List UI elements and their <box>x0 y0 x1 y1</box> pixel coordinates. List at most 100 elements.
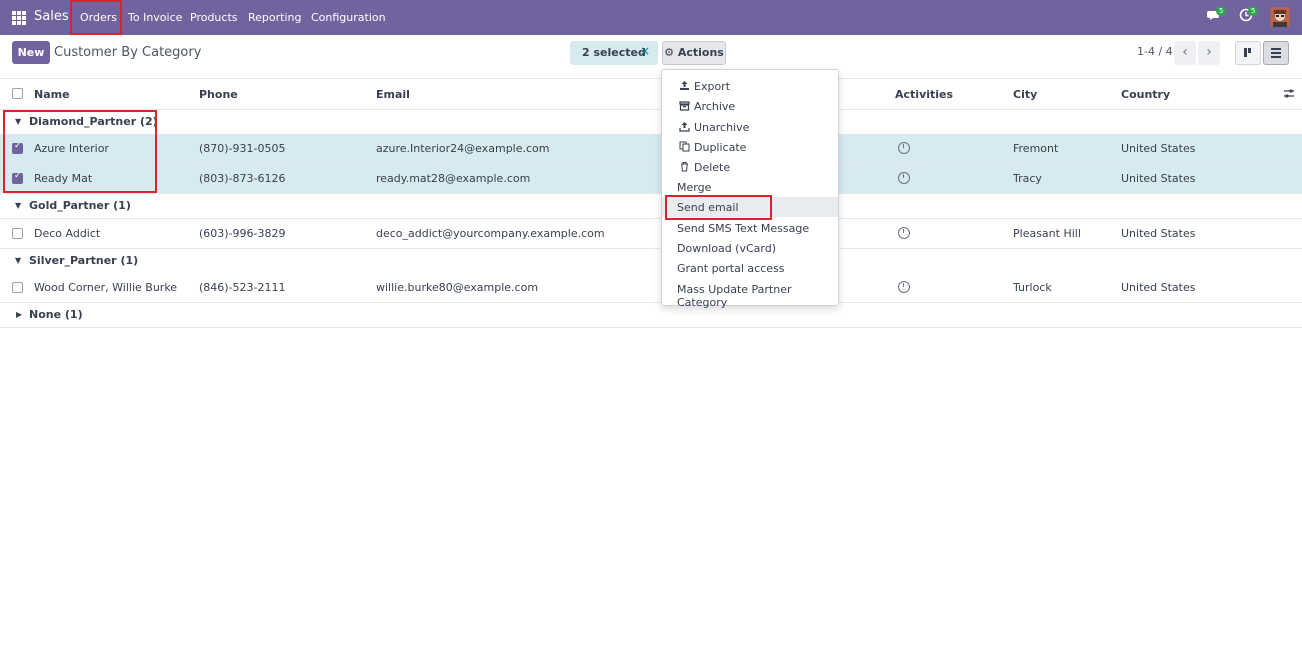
cell-phone: (870)-931-0505 <box>199 142 286 155</box>
trash-icon <box>679 161 690 172</box>
cell-email: deco_addict@yourcompany.example.com <box>376 227 605 240</box>
pager-value[interactable]: 1-4 / 4 <box>1137 45 1173 58</box>
list-header: Name Phone Email Activities City Country <box>0 79 1302 110</box>
menu-item-duplicate[interactable]: Duplicate <box>662 137 838 157</box>
menu-item-label: Delete <box>694 161 731 174</box>
caret-down-icon: ▼ <box>15 201 22 210</box>
menu-item-unarchive[interactable]: Unarchive <box>662 117 838 137</box>
menu-item-grant-portal-access[interactable]: Grant portal access <box>662 258 838 278</box>
pager-next-button[interactable]: › <box>1198 41 1220 65</box>
optional-columns-icon[interactable] <box>1283 88 1295 103</box>
group-row-gold-partner[interactable]: ▼ Gold_Partner (1) <box>0 194 1302 219</box>
cell-city: Fremont <box>1013 142 1059 155</box>
page-title: Customer By Category <box>54 45 202 60</box>
column-header-activities[interactable]: Activities <box>895 88 953 101</box>
row-checkbox[interactable] <box>12 228 23 239</box>
selected-count: 2 selected <box>582 46 646 59</box>
control-panel: New Customer By Category 2 selected × ⚙ … <box>0 35 1302 79</box>
top-navbar: Sales Orders To Invoice Products Reporti… <box>0 0 1302 35</box>
diamond-group-highlight-frame <box>3 110 157 193</box>
archive-icon <box>679 100 690 111</box>
group-row-silver-partner[interactable]: ▼ Silver_Partner (1) <box>0 249 1302 274</box>
orders-highlight-frame <box>70 0 122 35</box>
table-row[interactable]: Wood Corner, Willie Burke (846)-523-2111… <box>0 273 1302 303</box>
menu-item-label: Grant portal access <box>677 262 785 275</box>
copy-icon <box>679 141 690 152</box>
activities-clock-icon[interactable]: 5 <box>1239 6 1259 25</box>
menu-item-label: Download (vCard) <box>677 242 776 255</box>
kanban-icon <box>1244 48 1251 57</box>
menu-item-label: Mass Update Partner Category <box>677 283 792 309</box>
select-all-checkbox[interactable] <box>12 88 23 99</box>
menu-item-label: Merge <box>677 181 712 194</box>
menu-item-delete[interactable]: Delete <box>662 157 838 177</box>
column-header-phone[interactable]: Phone <box>199 88 238 101</box>
cell-phone: (803)-873-6126 <box>199 172 286 185</box>
activity-clock-icon[interactable] <box>898 227 910 239</box>
menu-item-label: Send SMS Text Message <box>677 222 810 235</box>
cell-name: Wood Corner, Willie Burke <box>34 281 178 294</box>
selection-indicator: 2 selected × <box>570 41 658 65</box>
menu-item-mass-update-partner-category[interactable]: Mass Update Partner Category <box>662 279 838 309</box>
menu-item-label: Unarchive <box>694 121 750 134</box>
upload-icon <box>679 80 690 91</box>
activity-clock-icon[interactable] <box>898 172 910 184</box>
cell-country: United States <box>1121 227 1196 240</box>
group-label: None (1) <box>29 308 83 321</box>
caret-down-icon: ▼ <box>15 256 22 265</box>
list-icon <box>1271 48 1281 58</box>
cell-email: ready.mat28@example.com <box>376 172 531 185</box>
cell-city: Tracy <box>1013 172 1042 185</box>
group-row-diamond-partner[interactable]: ▼ Diamond_Partner (2) <box>0 110 1302 135</box>
menu-item-label: Export <box>694 80 731 93</box>
column-header-email[interactable]: Email <box>376 88 410 101</box>
group-label: Silver_Partner (1) <box>29 254 139 267</box>
cell-country: United States <box>1121 142 1196 155</box>
nav-item-configuration[interactable]: Configuration <box>311 11 386 24</box>
column-header-city[interactable]: City <box>1013 88 1037 101</box>
new-button[interactable]: New <box>12 41 50 64</box>
menu-item-export[interactable]: Export <box>662 76 838 96</box>
cell-phone: (603)-996-3829 <box>199 227 286 240</box>
cell-city: Pleasant Hill <box>1013 227 1081 240</box>
group-label: Gold_Partner (1) <box>29 199 131 212</box>
list-view-button[interactable] <box>1263 41 1289 65</box>
messages-badge: 5 <box>1216 6 1227 16</box>
menu-item-merge[interactable]: Merge <box>662 177 838 197</box>
menu-item-label: Archive <box>694 100 736 113</box>
table-row[interactable]: Deco Addict (603)-996-3829 deco_addict@y… <box>0 219 1302 249</box>
cell-name: Deco Addict <box>34 227 101 240</box>
messages-icon[interactable]: 5 <box>1207 6 1227 25</box>
menu-item-send-sms[interactable]: Send SMS Text Message <box>662 218 838 238</box>
menu-item-download-vcard[interactable]: Download (vCard) <box>662 238 838 258</box>
cell-country: United States <box>1121 172 1196 185</box>
row-checkbox[interactable] <box>12 282 23 293</box>
activity-clock-icon[interactable] <box>898 281 910 293</box>
group-row-none[interactable]: ▶ None (1) <box>0 303 1302 328</box>
send-email-highlight-frame <box>665 195 772 220</box>
table-row[interactable]: Azure Interior (870)-931-0505 azure.Inte… <box>0 134 1302 164</box>
nav-item-reporting[interactable]: Reporting <box>248 11 301 24</box>
app-name[interactable]: Sales <box>34 9 69 24</box>
activity-clock-icon[interactable] <box>898 142 910 154</box>
kanban-view-button[interactable] <box>1235 41 1261 65</box>
pager-previous-button[interactable]: ‹ <box>1174 41 1196 65</box>
cell-country: United States <box>1121 281 1196 294</box>
caret-right-icon: ▶ <box>16 310 23 319</box>
unarchive-icon <box>679 121 690 132</box>
column-header-name[interactable]: Name <box>34 88 70 101</box>
actions-dropdown-menu: Export Archive Unarchive Duplicate Delet… <box>661 69 839 309</box>
nav-item-to-invoice[interactable]: To Invoice <box>128 11 182 24</box>
clear-selection-icon[interactable]: × <box>640 44 650 58</box>
column-header-country[interactable]: Country <box>1121 88 1170 101</box>
menu-item-archive[interactable]: Archive <box>662 96 838 116</box>
cell-city: Turlock <box>1013 281 1052 294</box>
user-avatar[interactable] <box>1270 7 1290 27</box>
cell-phone: (846)-523-2111 <box>199 281 286 294</box>
table-row[interactable]: Ready Mat (803)-873-6126 ready.mat28@exa… <box>0 164 1302 194</box>
actions-button[interactable]: ⚙ Actions <box>662 41 726 65</box>
apps-menu-icon[interactable] <box>12 11 26 25</box>
nav-item-products[interactable]: Products <box>190 11 238 24</box>
activities-badge: 5 <box>1248 6 1259 16</box>
cell-email: azure.Interior24@example.com <box>376 142 550 155</box>
